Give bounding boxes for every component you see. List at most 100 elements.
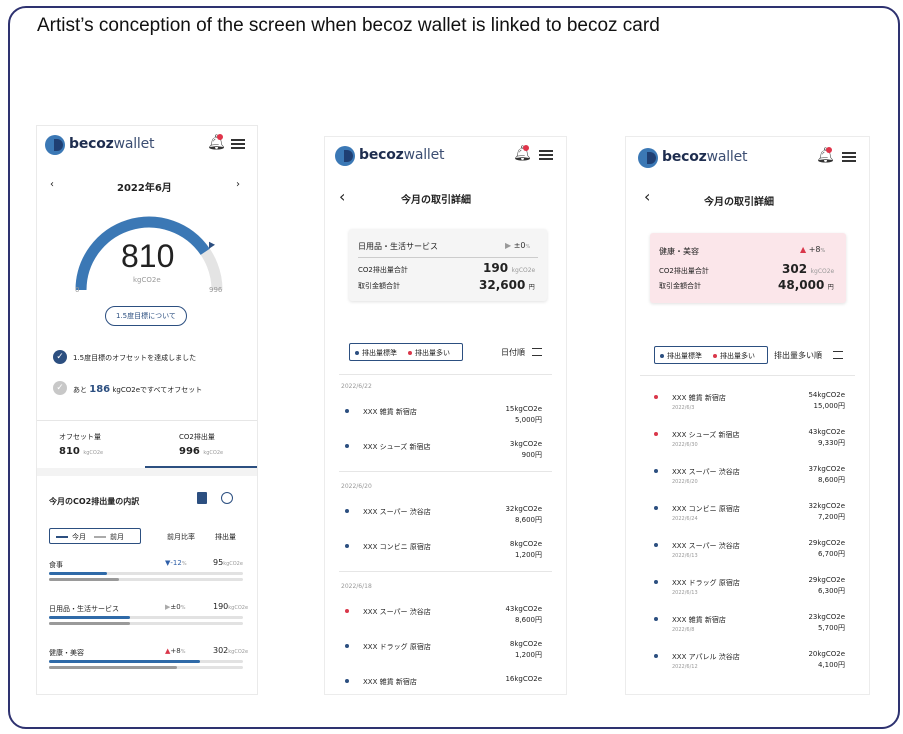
emission-level-dot [345, 609, 349, 613]
menu-icon[interactable] [231, 139, 245, 149]
value-unit: kgCO2e [228, 605, 249, 611]
transaction-name[interactable]: XXX アパレル 渋谷店 [672, 652, 740, 662]
transaction-price: 8,600円 [817, 476, 845, 484]
summary-card: 健康・美容 ▲ +8% CO2排出量合計 302 kgCO2e 取引金額合計 4… [650, 233, 846, 303]
transaction-name[interactable]: XXX 雑貨 新宿店 [672, 393, 726, 403]
legend-previous: 前月 [110, 533, 124, 541]
transaction-name[interactable]: XXX ドラッグ 原宿店 [363, 642, 431, 652]
emission-level-dot [654, 506, 658, 510]
transaction-name[interactable]: XXX シューズ 新宿店 [363, 442, 431, 452]
emission-level-dot [654, 580, 658, 584]
transaction-name[interactable]: XXX スーパー 渋谷店 [672, 541, 740, 551]
divider [640, 375, 855, 376]
back-icon[interactable]: ‹ [339, 187, 345, 206]
notification-dot [217, 134, 223, 140]
ratio-value: -12 [170, 559, 182, 567]
bar-previous [49, 666, 177, 669]
logo: becozwallet [359, 147, 445, 163]
sort-label[interactable]: 排出量多い順 [774, 350, 822, 361]
card-amount-label: 取引金額合計 [358, 282, 400, 290]
category-name: 日用品・生活サービス [49, 605, 119, 613]
card-divider [358, 257, 538, 258]
emission-level-dot [345, 509, 349, 513]
logo: becozwallet [69, 136, 155, 152]
sort-icon[interactable] [532, 348, 542, 356]
bar-current [49, 660, 200, 663]
tab-emission-value: 996 kgCO2e [179, 446, 224, 457]
menu-icon[interactable] [539, 150, 553, 160]
logo-icon [45, 135, 65, 155]
menu-icon[interactable] [842, 152, 856, 162]
high-dot [408, 351, 412, 355]
high-dot [713, 354, 717, 358]
emission-level-dot [654, 617, 658, 621]
transaction-date: 2022/6/13 [672, 590, 698, 596]
gauge-value: 810 [121, 238, 175, 274]
logo-icon [335, 146, 355, 166]
ratio-value: +8 [170, 647, 181, 655]
target-info-button[interactable]: 1.5度目標について [105, 306, 187, 326]
transaction-co2: 43kgCO2e [808, 428, 845, 436]
transaction-name[interactable]: XXX 雑貨 新宿店 [363, 407, 417, 417]
group-divider [339, 471, 552, 472]
transaction-name[interactable]: XXX スーパー 渋谷店 [363, 507, 431, 517]
next-month-icon[interactable]: › [236, 179, 240, 190]
transaction-name[interactable]: XXX スーパー 渋谷店 [363, 607, 431, 617]
transaction-price: 6,700円 [817, 550, 845, 558]
offset-achieved-text: 1.5度目標のオフセットを達成しました [73, 354, 197, 362]
transaction-date: 2022/6/13 [672, 553, 698, 559]
screen-transactions-date: becozwallet 🔔︎ ‹ 今月の取引詳細 日用品・生活サービス ▶ ±0… [324, 136, 567, 695]
transaction-date: 2022/6/24 [672, 516, 698, 522]
card-category: 健康・美容 [659, 247, 699, 256]
transaction-co2: 29kgCO2e [808, 576, 845, 584]
filter-high: 排出量多い [720, 352, 755, 360]
transaction-co2: 43kgCO2e [505, 605, 542, 613]
emission-level-dot [654, 543, 658, 547]
transaction-name[interactable]: XXX コンビニ 原宿店 [363, 542, 431, 552]
tab-offset-label[interactable]: オフセット量 [59, 432, 101, 442]
page-title: 今月の取引詳細 [401, 195, 471, 206]
category-ratio: ▲+8% [165, 647, 185, 655]
filter-legend[interactable]: 排出量標準 排出量多い [654, 346, 768, 364]
app-header: becozwallet 🔔︎ [325, 137, 566, 173]
prev-month-icon[interactable]: ‹ [50, 179, 54, 190]
back-icon[interactable]: ‹ [644, 187, 650, 206]
bar-current [49, 616, 130, 619]
card-amount-label: 取引金額合計 [659, 282, 701, 290]
transaction-name[interactable]: XXX 雑貨 新宿店 [363, 677, 417, 687]
category-name: 健康・美容 [49, 649, 84, 657]
transaction-name[interactable]: XXX ドラッグ 原宿店 [672, 578, 740, 588]
transaction-name[interactable]: XXX スーパー 渋谷店 [672, 467, 740, 477]
sort-icon[interactable] [833, 351, 843, 359]
transaction-co2: 29kgCO2e [808, 539, 845, 547]
summary-card: 日用品・生活サービス ▶ ±0% CO2排出量合計 190 kgCO2e 取引金… [349, 229, 547, 301]
transaction-price: 9,330円 [817, 439, 845, 447]
check-filled-icon: ✓ [53, 350, 67, 364]
transaction-date: 2022/6/20 [672, 479, 698, 485]
transaction-date: 2022/6/8 [672, 627, 695, 633]
remaining-text: あと 186 kgCO2eですべてオフセット [73, 384, 203, 395]
transaction-price: 15,000円 [813, 402, 846, 410]
card-emission-label: CO2排出量合計 [358, 266, 408, 274]
pie-view-icon[interactable] [221, 492, 233, 504]
sort-label[interactable]: 日付順 [501, 347, 525, 358]
transaction-price: 900円 [521, 451, 542, 459]
ratio-unit: % [180, 649, 186, 655]
notification-dot [826, 147, 832, 153]
transaction-price: 5,700円 [817, 624, 845, 632]
group-date: 2022/6/18 [341, 583, 372, 590]
filter-legend[interactable]: 排出量標準 排出量多い [349, 343, 463, 361]
group-divider [339, 571, 552, 572]
tab-emission-label[interactable]: CO2排出量 [179, 432, 215, 442]
emission-level-dot [345, 409, 349, 413]
transaction-name[interactable]: XXX コンビニ 原宿店 [672, 504, 740, 514]
logo-icon [638, 148, 658, 168]
transaction-name[interactable]: XXX シューズ 新宿店 [672, 430, 740, 440]
transaction-name[interactable]: XXX 雑貨 新宿店 [672, 615, 726, 625]
legend-current: 今月 [72, 533, 86, 541]
section-gap [37, 468, 257, 476]
transaction-co2: 20kgCO2e [808, 650, 845, 658]
card-amount-value: 32,600 円 [479, 278, 535, 292]
list-view-icon[interactable] [197, 492, 207, 504]
group-date: 2022/6/20 [341, 483, 372, 490]
